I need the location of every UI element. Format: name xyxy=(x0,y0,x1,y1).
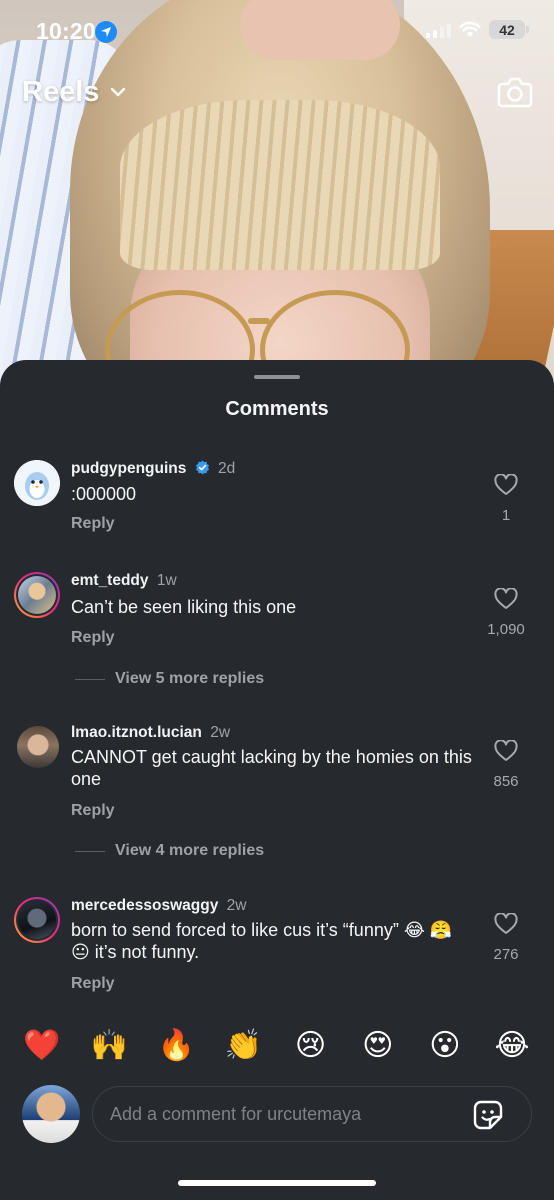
camera-icon[interactable] xyxy=(497,75,533,109)
comment-age: 2d xyxy=(218,460,236,477)
reply-button[interactable]: Reply xyxy=(71,975,115,993)
battery-indicator: 42 xyxy=(489,20,529,39)
view-more-replies-button[interactable]: View 4 more replies xyxy=(75,842,264,860)
heart-outline-icon xyxy=(494,587,518,609)
like-button[interactable]: 276 xyxy=(482,912,530,963)
reply-button[interactable]: Reply xyxy=(71,515,115,533)
drag-handle[interactable] xyxy=(254,375,300,379)
home-indicator[interactable] xyxy=(178,1180,376,1186)
emoji-laughing-button[interactable]: 😂 xyxy=(492,1028,532,1064)
verified-badge-icon xyxy=(195,460,209,475)
like-count: 1 xyxy=(501,507,511,524)
emoji-clap-button[interactable]: 👏 xyxy=(223,1028,263,1064)
emoji-fire-button[interactable]: 🔥 xyxy=(156,1028,196,1064)
avatar[interactable] xyxy=(14,572,60,618)
cellular-signal-icon xyxy=(426,23,451,38)
current-user-avatar[interactable] xyxy=(22,1085,80,1143)
comment-age: 2w xyxy=(226,897,247,914)
heart-outline-icon xyxy=(494,912,518,934)
status-time: 10:20 xyxy=(36,18,96,44)
reels-title[interactable]: Reels xyxy=(22,76,99,109)
status-bar: 10:20 42 xyxy=(0,0,554,62)
like-count: 276 xyxy=(493,946,519,963)
comment-username[interactable]: lmao.itznot.lucian xyxy=(71,724,202,741)
sticker-icon[interactable] xyxy=(473,1100,503,1130)
like-count: 1,090 xyxy=(487,621,525,638)
emoji-heart-eyes-button[interactable]: 😍 xyxy=(358,1028,398,1064)
emoji-heart-button[interactable]: ❤️ xyxy=(22,1028,62,1064)
chevron-down-icon[interactable] xyxy=(110,86,126,98)
comment-username[interactable]: pudgypenguins xyxy=(71,460,186,477)
avatar[interactable] xyxy=(17,726,59,768)
avatar[interactable] xyxy=(14,897,60,943)
comment-text: Can’t be seen liking this one xyxy=(71,597,297,617)
comments-title: Comments xyxy=(225,398,329,420)
emoji-surprised-button[interactable]: 😮 xyxy=(425,1028,465,1064)
like-button[interactable]: 1,090 xyxy=(476,587,536,638)
emoji-reaction-bar: ❤️ 🙌 🔥 👏 😢 😍 😮 😂 xyxy=(0,1028,554,1064)
comment-username[interactable]: emt_teddy xyxy=(71,572,149,589)
emoji-raised-hands-button[interactable]: 🙌 xyxy=(89,1028,129,1064)
location-arrow-icon xyxy=(95,21,117,43)
comment-age: 2w xyxy=(210,724,231,741)
comment-input-placeholder: Add a comment for urcutemaya xyxy=(110,1104,362,1124)
comment-text: born to send forced to like cus it’s “fu… xyxy=(71,920,453,962)
comment-text: :000000 xyxy=(71,484,137,504)
emoji-cry-button[interactable]: 😢 xyxy=(291,1028,331,1064)
view-more-replies-button[interactable]: View 5 more replies xyxy=(75,670,264,688)
heart-outline-icon xyxy=(494,473,518,495)
reply-button[interactable]: Reply xyxy=(71,802,115,820)
avatar[interactable] xyxy=(14,460,60,506)
comment-text: CANNOT get caught lacking by the homies … xyxy=(71,747,472,789)
comments-sheet: Comments pudgypenguins 2d :000000 Reply … xyxy=(0,360,554,1200)
like-button[interactable]: 856 xyxy=(482,739,530,790)
like-button[interactable]: 1 xyxy=(482,473,530,524)
heart-outline-icon xyxy=(494,739,518,761)
comment-username[interactable]: mercedessoswaggy xyxy=(71,897,218,914)
wifi-icon xyxy=(459,21,481,37)
like-count: 856 xyxy=(493,773,519,790)
reply-button[interactable]: Reply xyxy=(71,629,115,647)
comment-input-field[interactable]: Add a comment for urcutemaya xyxy=(92,1086,532,1142)
comment-age: 1w xyxy=(156,572,177,589)
reel-video-frame[interactable] xyxy=(0,0,554,420)
